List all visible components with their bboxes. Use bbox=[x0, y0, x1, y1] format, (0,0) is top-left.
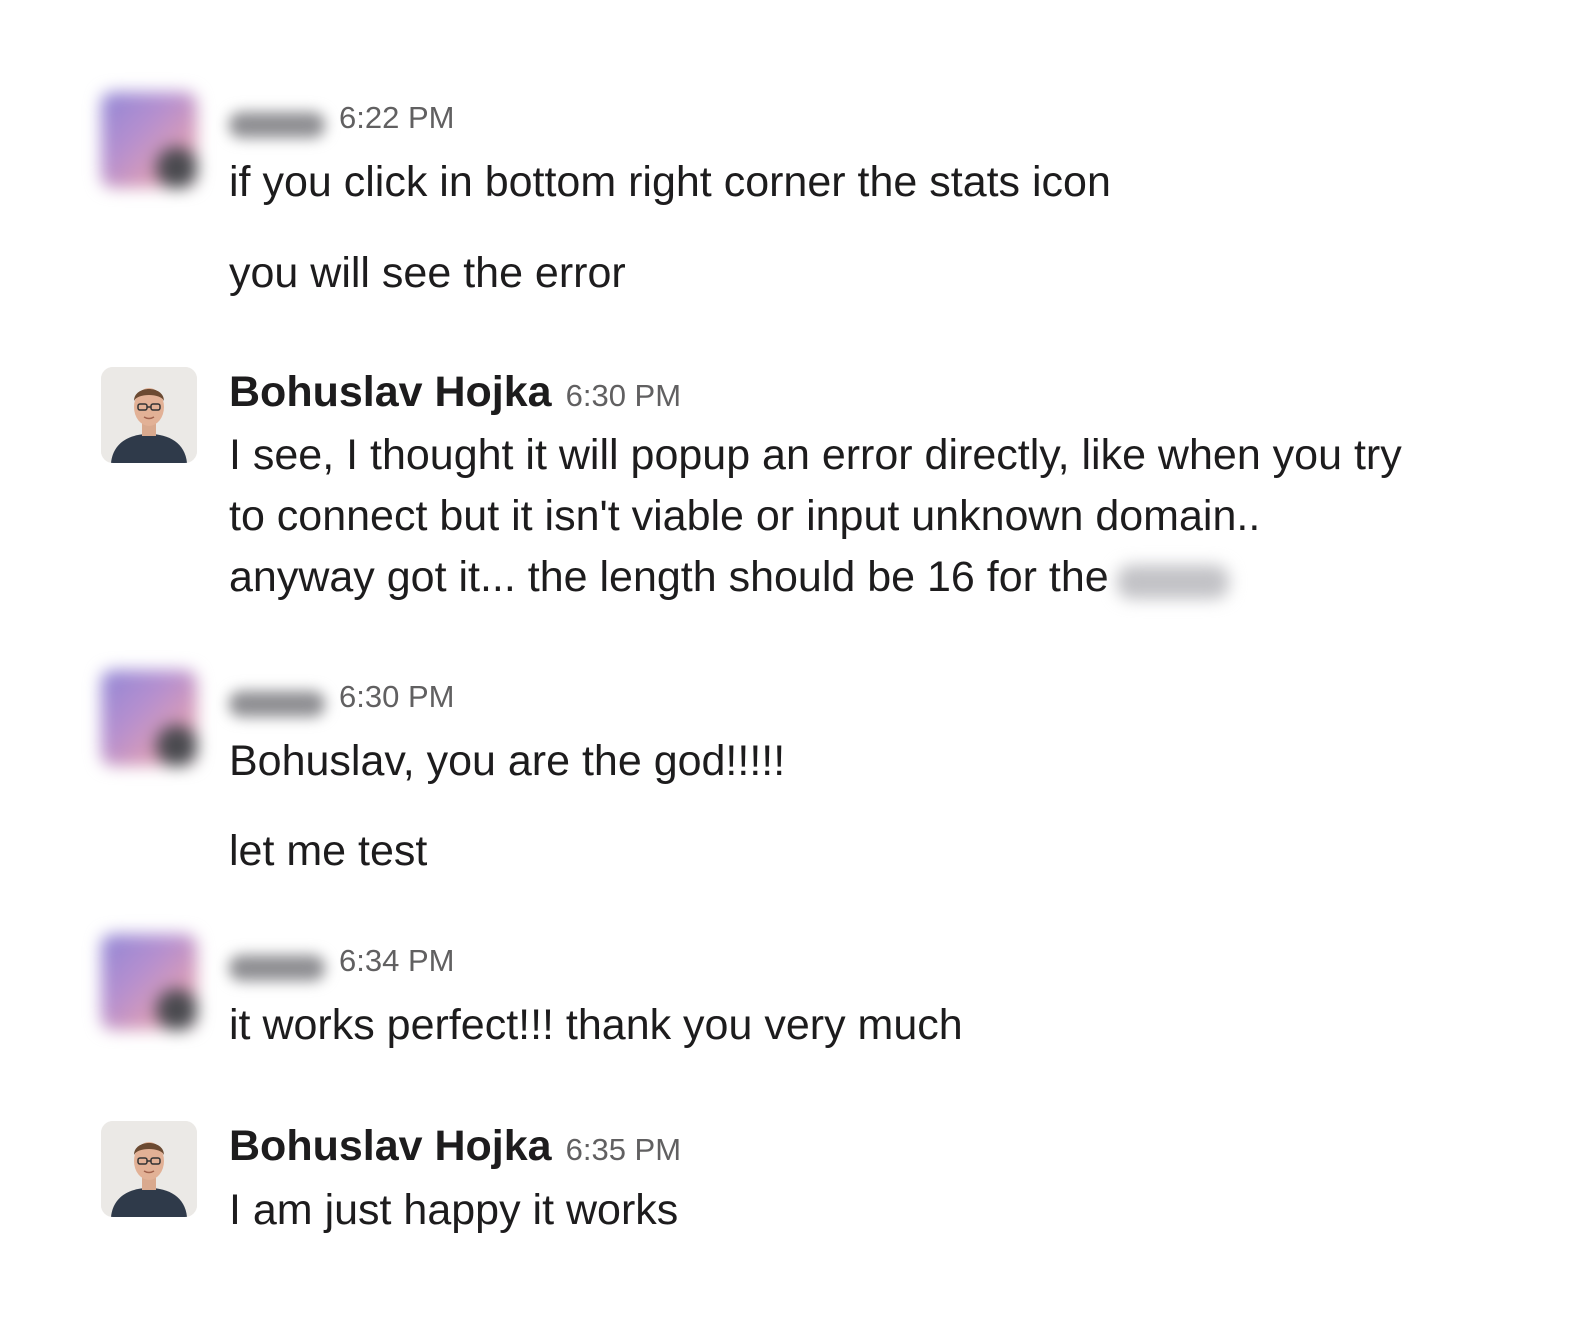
sender-name-redacted[interactable] bbox=[229, 112, 325, 138]
sender-name[interactable]: Bohuslav Hojka bbox=[229, 1122, 552, 1171]
avatar[interactable] bbox=[101, 367, 197, 463]
message-text: I am just happy it works bbox=[229, 1186, 679, 1234]
message-text: anyway got it... the length should be 16… bbox=[229, 547, 1529, 608]
sender-name-redacted[interactable] bbox=[229, 691, 325, 717]
message-header: Bohuslav Hojka 6:35 PM bbox=[229, 1122, 681, 1172]
sender-name[interactable]: Bohuslav Hojka bbox=[229, 368, 552, 417]
timestamp[interactable]: 6:35 PM bbox=[566, 1132, 681, 1168]
message-text-segment: anyway got it... the length should be 16… bbox=[229, 553, 1109, 601]
user-photo-icon bbox=[101, 367, 197, 463]
timestamp[interactable]: 6:30 PM bbox=[339, 679, 454, 715]
user-photo-icon bbox=[101, 1121, 197, 1217]
message-text: it works perfect!!! thank you very much bbox=[229, 1001, 963, 1049]
message-header: Bohuslav Hojka 6:30 PM bbox=[229, 368, 681, 418]
timestamp[interactable]: 6:22 PM bbox=[339, 100, 454, 136]
message-header: 6:30 PM bbox=[229, 679, 454, 729]
timestamp[interactable]: 6:34 PM bbox=[339, 943, 454, 979]
message-text: to connect but it isn't viable or input … bbox=[229, 492, 1261, 540]
avatar[interactable] bbox=[101, 670, 197, 766]
message-text: Bohuslav, you are the god!!!!! bbox=[229, 737, 786, 785]
timestamp[interactable]: 6:30 PM bbox=[566, 378, 681, 414]
redacted-text bbox=[1116, 565, 1229, 599]
message-text: if you click in bottom right corner the … bbox=[229, 158, 1111, 206]
sender-name-redacted[interactable] bbox=[229, 955, 325, 981]
message-text: you will see the error bbox=[229, 249, 626, 297]
avatar[interactable] bbox=[101, 934, 197, 1030]
message-text: let me test bbox=[229, 827, 428, 875]
message-header: 6:22 PM bbox=[229, 100, 454, 150]
avatar[interactable] bbox=[101, 92, 197, 188]
message-text: I see, I thought it will popup an error … bbox=[229, 431, 1402, 479]
message-header: 6:34 PM bbox=[229, 943, 454, 993]
avatar[interactable] bbox=[101, 1121, 197, 1217]
